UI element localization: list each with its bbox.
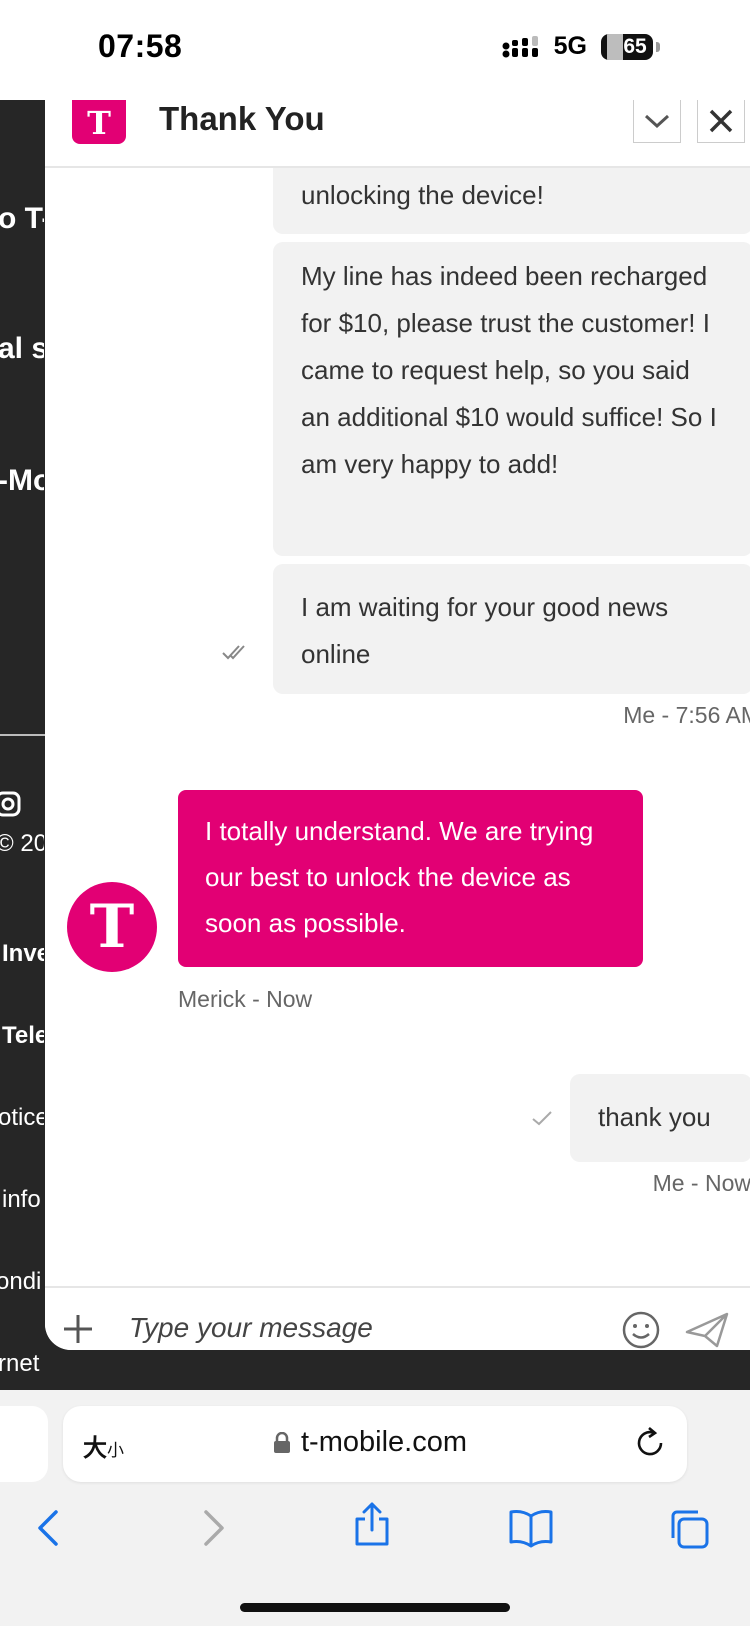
read-receipt-icon [221, 642, 249, 667]
book-icon [509, 1510, 553, 1548]
send-icon [685, 1312, 729, 1348]
bg-fragment: o T- [0, 202, 44, 235]
tabs-button[interactable] [668, 1508, 710, 1555]
bg-fragment[interactable]: info [2, 1186, 44, 1214]
back-button[interactable] [34, 1508, 64, 1553]
lock-icon [274, 1431, 290, 1453]
bg-fragment[interactable]: otice [0, 1104, 44, 1132]
sent-check-icon [530, 1108, 554, 1133]
chat-window: T Thank You unlocking the device! My lin… [45, 100, 750, 1350]
browser-toolbar: 大小 t-mobile.com [0, 1390, 750, 1626]
bg-fragment: al s [0, 332, 44, 365]
message-composer [45, 1286, 750, 1350]
page-settings-button[interactable]: 大小 [83, 1428, 124, 1463]
smiley-icon [622, 1311, 660, 1349]
cellular-signal-icon [502, 35, 540, 59]
bg-fragment[interactable]: Inve [2, 940, 44, 968]
emoji-button[interactable] [621, 1310, 661, 1350]
reload-icon [637, 1427, 663, 1456]
send-button[interactable] [685, 1310, 729, 1350]
tabs-icon [671, 1510, 709, 1549]
agent-avatar: T [67, 882, 157, 972]
plus-icon [64, 1315, 92, 1343]
bg-fragment[interactable]: Tele [2, 1022, 44, 1050]
previous-tab-peek[interactable] [0, 1406, 48, 1482]
forward-button[interactable] [198, 1508, 228, 1553]
network-type: 5G [553, 32, 587, 60]
bg-fragment: © 20 [0, 830, 44, 857]
chevron-left-icon [38, 1510, 58, 1546]
bg-divider [0, 734, 46, 736]
battery-icon: 65 [601, 33, 660, 60]
close-button[interactable] [697, 100, 745, 143]
agent-message: I totally understand. We are trying our … [178, 790, 643, 967]
message-meta: Me - Now [652, 1170, 750, 1196]
chevron-down-icon [644, 114, 670, 129]
status-time: 07:58 [98, 28, 183, 64]
status-bar: 07:58 5G 65 [0, 0, 750, 100]
chat-title: Thank You [159, 100, 325, 137]
chat-header: T Thank You [45, 100, 750, 168]
bg-fragment[interactable]: rnet [0, 1350, 44, 1378]
message-input[interactable] [127, 1302, 601, 1350]
status-icons: 5G 65 [502, 32, 660, 61]
my-message: My line has indeed been recharged for $1… [273, 242, 750, 556]
url-display[interactable]: t-mobile.com [273, 1426, 467, 1459]
instagram-icon[interactable] [0, 790, 24, 825]
home-indicator[interactable] [240, 1603, 510, 1612]
tmobile-logo: T [72, 100, 126, 144]
bg-fragment: -Mo [0, 464, 44, 497]
message-list[interactable]: unlocking the device! My line has indeed… [45, 126, 750, 1286]
url-text: t-mobile.com [301, 1426, 467, 1458]
share-icon [355, 1502, 389, 1546]
message-meta: Merick - Now [178, 986, 313, 1012]
my-message: I am waiting for your good news online [273, 564, 750, 694]
minimize-button[interactable] [633, 100, 681, 143]
address-bar[interactable]: 大小 t-mobile.com [63, 1406, 687, 1482]
close-icon [709, 109, 733, 133]
bg-fragment[interactable]: ondi [0, 1268, 44, 1296]
share-button[interactable] [352, 1500, 392, 1553]
message-meta: Me - 7:56 AM [623, 702, 750, 728]
bookmarks-button[interactable] [508, 1508, 554, 1553]
reload-button[interactable] [633, 1426, 667, 1465]
chevron-right-icon [204, 1510, 224, 1546]
attach-button[interactable] [61, 1312, 95, 1350]
my-message: thank you [570, 1074, 750, 1162]
